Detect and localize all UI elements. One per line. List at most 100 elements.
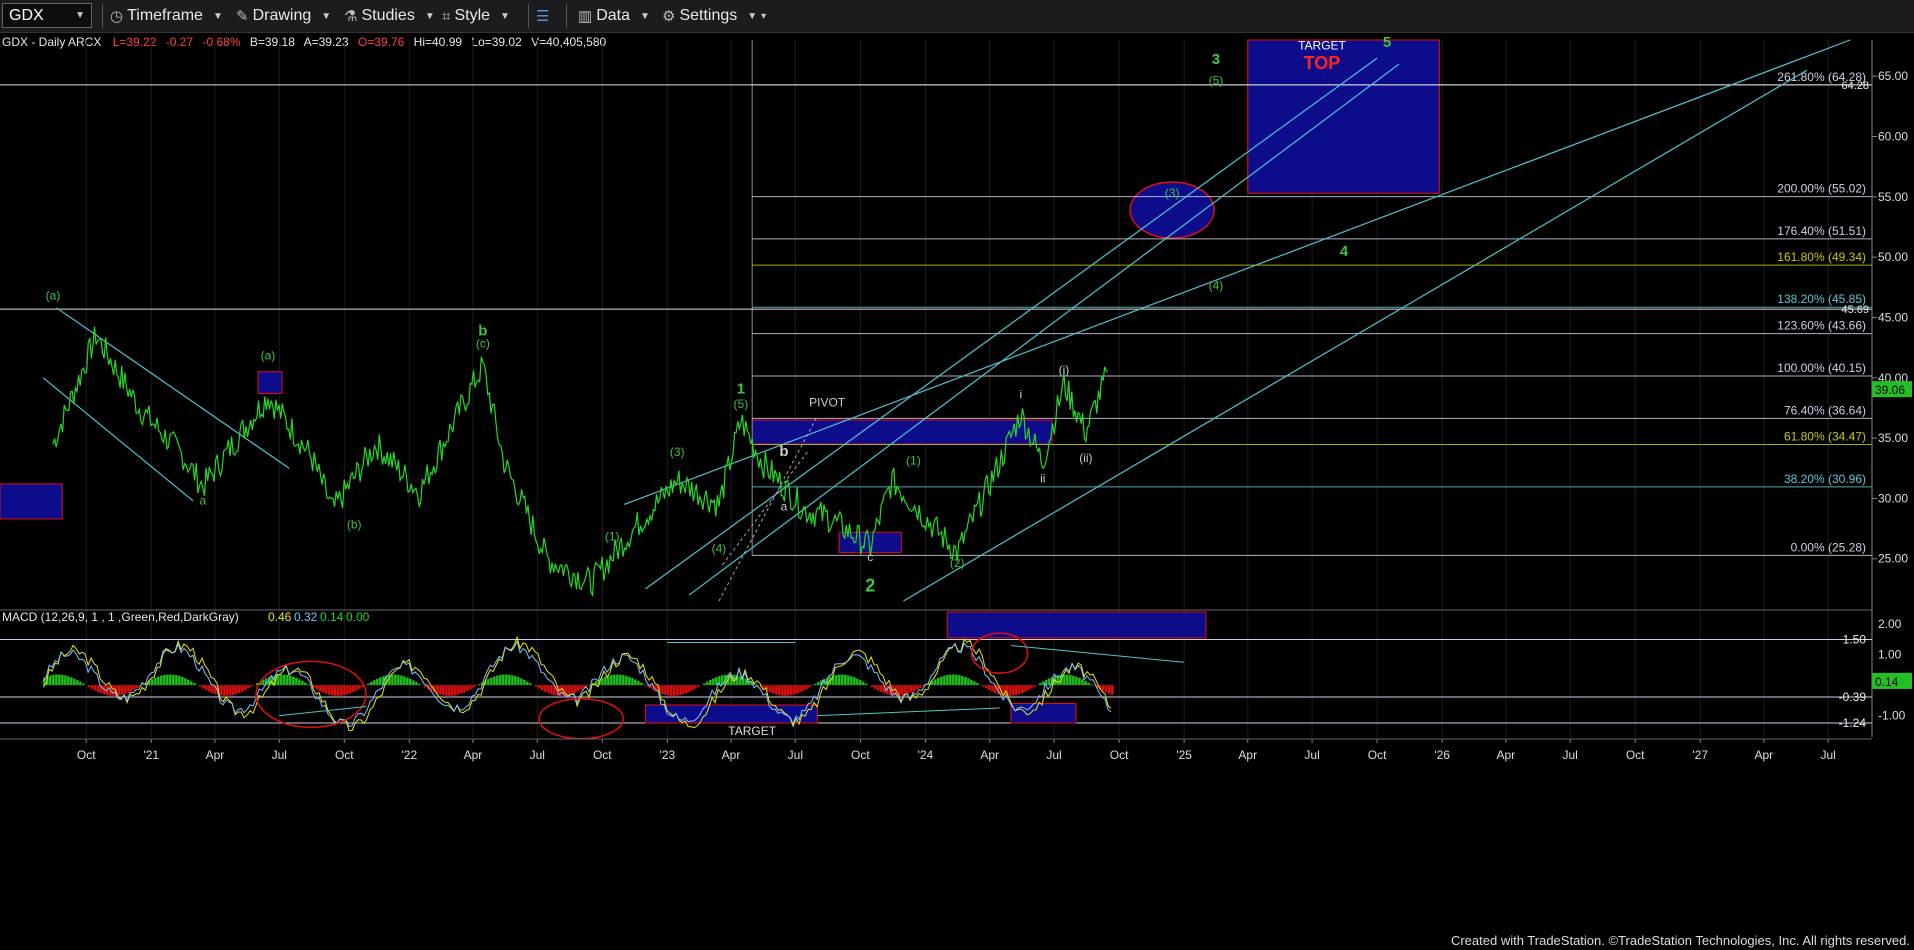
macd-histogram-bar	[640, 682, 643, 686]
macd-histogram-bar	[934, 679, 937, 686]
toolbar-separator	[566, 4, 567, 28]
fib-label: 76.40% (36.64)	[1784, 403, 1866, 417]
macd-histogram-bar	[709, 679, 712, 686]
chevron-down-icon: ▾	[761, 10, 767, 22]
wave-labels: (a)a(a)(b)b(c)(1)(3)(4)(5)1PIVOTbac2(1)(…	[46, 34, 1392, 595]
macd-histogram-bar	[706, 681, 709, 686]
layout-icon: ☰	[536, 8, 550, 25]
macd-histogram-bar	[676, 685, 679, 696]
macd-histogram-bar	[169, 674, 172, 686]
macd-histogram-bar	[1024, 685, 1027, 692]
macd-histogram-bar	[679, 685, 682, 696]
macd-tick-label: 2.00	[1878, 617, 1902, 631]
macd-histogram-bar	[241, 685, 244, 692]
studies-button[interactable]: ⚗ Studies ▼	[344, 4, 435, 28]
macd-histogram-bar	[1012, 685, 1015, 696]
macd-histogram-bar	[487, 679, 490, 686]
chart-area[interactable]: GDX - Daily ARCX L=39.22 -0.27 -0.68% B=…	[0, 32, 1914, 950]
macd-histogram-bar	[223, 685, 226, 696]
data-button[interactable]: ▥ Data ▼	[578, 4, 650, 28]
macd-histogram-bar	[616, 674, 619, 686]
wave-label: (c)	[476, 337, 490, 351]
macd-histogram-bar	[580, 685, 583, 690]
macd-histogram-bar	[343, 685, 346, 696]
time-axis: Oct '21 Apr Jul Oct '22 Apr Jul Oct '23 Apr Jul Oct '…	[0, 738, 1872, 762]
macd-value: 0.00	[346, 610, 370, 624]
macd-histogram-bar	[181, 676, 184, 686]
y-tick-label: 60.00	[1878, 130, 1908, 144]
macd-histogram-bar	[397, 674, 400, 686]
left-edge-zone	[0, 483, 63, 520]
macd-histogram-bar	[850, 676, 853, 686]
macd-histogram-bar	[82, 683, 85, 686]
macd-histogram-bar	[661, 685, 664, 694]
macd-histogram-bar	[1009, 685, 1012, 696]
macd-ellipse	[255, 660, 367, 729]
timeframe-button[interactable]: ◷ Timeframe ▼	[110, 4, 223, 28]
settings-button[interactable]: ⚙ Settings ▼ ▾	[662, 4, 766, 28]
style-button[interactable]: ⌗ Style ▼	[442, 4, 510, 28]
macd-histogram-bar	[466, 685, 469, 691]
macd-histogram-bar	[70, 677, 73, 686]
macd-histogram-bar	[796, 685, 799, 694]
layout-button[interactable]: ☰	[536, 4, 553, 28]
bid-price: B=39.18	[250, 35, 295, 49]
data-label: Data	[596, 7, 630, 24]
macd-histogram-bar	[412, 680, 415, 686]
macd-histogram-bar	[682, 685, 685, 695]
macd-histogram-bar	[175, 675, 178, 686]
wave-label: (2)	[950, 556, 965, 570]
macd-histogram-bar	[469, 685, 472, 690]
macd-histogram-bar	[793, 685, 796, 695]
macd-histogram-bar	[535, 685, 538, 687]
wave-label: 4	[1340, 243, 1349, 260]
macd-histogram-bar	[337, 685, 340, 696]
chart-header: GDX - Daily ARCX L=39.22 -0.27 -0.68% B=…	[2, 35, 607, 49]
gear-icon: ⚙	[662, 8, 676, 25]
wave-label: (4)	[712, 542, 727, 556]
macd-histogram-bar	[136, 685, 139, 688]
chevron-down-icon: ▼	[500, 10, 510, 22]
last-price: L=39.22	[113, 35, 157, 49]
macd-histogram-bar	[586, 685, 589, 687]
macd-histogram-bar	[1075, 676, 1078, 686]
macd-histogram-bar	[901, 685, 904, 696]
macd-histogram-bar	[574, 685, 577, 693]
macd-histogram-bar	[673, 685, 676, 696]
y-tick-label: 65.00	[1878, 69, 1908, 83]
macd-histogram-bar	[835, 674, 838, 686]
macd-histogram-bar	[982, 685, 985, 687]
macd-histogram-bar	[712, 678, 715, 686]
x-tick-label: Jul	[1046, 748, 1061, 762]
wave-label: TOP	[1304, 53, 1341, 73]
macd-histogram-bar	[349, 685, 352, 694]
x-tick-label: '22	[402, 748, 418, 762]
macd-histogram-bar	[250, 685, 253, 687]
macd-histogram-bar	[463, 685, 466, 693]
x-tick-label: '23	[660, 748, 676, 762]
macd-histogram-bar	[304, 682, 307, 686]
macd-histogram-bar	[112, 685, 115, 696]
macd-histogram-bar	[856, 678, 859, 686]
macd-histogram-bar	[499, 674, 502, 686]
macd-histogram-bar	[205, 685, 208, 691]
fib-label: 100.00% (40.15)	[1777, 361, 1866, 375]
macd-histogram-bar	[133, 685, 136, 690]
macd-histogram-bar	[406, 677, 409, 686]
macd-level-label: 1.50	[1843, 632, 1867, 646]
drawing-button[interactable]: ✎ Drawing ▼	[236, 4, 331, 28]
macd-histogram-bar	[517, 677, 520, 686]
symbol-input[interactable]: GDX ▼	[2, 3, 92, 28]
macd-histogram-bar	[790, 685, 793, 696]
macd-histogram-bar	[508, 674, 511, 686]
wave-label: 5	[1383, 34, 1391, 51]
macd-histogram-bar	[787, 685, 790, 696]
macd-histogram-bar	[859, 680, 862, 686]
channel-line	[645, 57, 1378, 590]
chevron-down-icon[interactable]: ▼	[75, 10, 85, 21]
macd-histogram-bar	[910, 685, 913, 693]
macd-histogram-bar	[571, 685, 574, 694]
x-tick-label: Jul	[788, 748, 803, 762]
fib-label: 123.60% (43.66)	[1777, 319, 1866, 333]
macd-histogram-bar	[238, 685, 241, 693]
